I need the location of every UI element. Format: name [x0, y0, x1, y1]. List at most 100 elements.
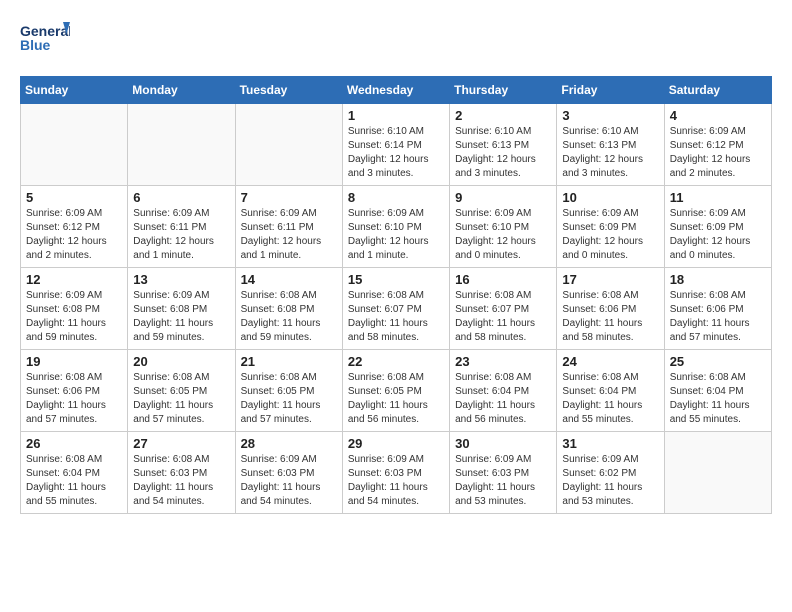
logo: General Blue [20, 20, 70, 60]
day-number: 6 [133, 190, 229, 205]
day-number: 18 [670, 272, 766, 287]
day-info: Sunrise: 6:10 AM Sunset: 6:13 PM Dayligh… [455, 125, 551, 181]
day-number: 29 [348, 436, 444, 451]
day-number: 23 [455, 354, 551, 369]
calendar-cell: 11Sunrise: 6:09 AM Sunset: 6:09 PM Dayli… [664, 186, 771, 268]
day-number: 4 [670, 108, 766, 123]
day-info: Sunrise: 6:09 AM Sunset: 6:12 PM Dayligh… [26, 207, 122, 263]
calendar-cell: 27 Sunrise: 6:08 AM Sunset: 6:03 PM Dayli… [128, 432, 235, 514]
day-number: 26 [26, 436, 122, 451]
day-info: Sunrise: 6:09 AM Sunset: 6:03 PM Dayligh… [348, 453, 444, 509]
day-info: Sunrise: 6:09 AM Sunset: 6:08 PM Dayligh… [26, 289, 122, 345]
day-info: Sunrise: 6:09 AM Sunset: 6:10 PM Dayligh… [348, 207, 444, 263]
day-number: 11 [670, 190, 766, 205]
calendar-cell: 20 Sunrise: 6:08 AM Sunset: 6:05 PM Dayli… [128, 350, 235, 432]
day-info: Sunrise: 6:09 AM Sunset: 6:12 PM Dayligh… [670, 125, 766, 181]
calendar-cell: 14 Sunrise: 6:08 AM Sunset: 6:08 PM Dayli… [235, 268, 342, 350]
day-number: 20 [133, 354, 229, 369]
calendar-cell: 1 Sunrise: 6:10 AM Sunset: 6:14 PM Daylig… [342, 104, 449, 186]
calendar-cell [664, 432, 771, 514]
day-number: 2 [455, 108, 551, 123]
weekday-header-tuesday: Tuesday [235, 77, 342, 104]
day-info: Sunrise: 6:08 AM Sunset: 6:05 PM Dayligh… [348, 371, 444, 427]
week-row-3: 12 Sunrise: 6:09 AM Sunset: 6:08 PM Dayli… [21, 268, 772, 350]
calendar-cell: 19 Sunrise: 6:08 AM Sunset: 6:06 PM Dayli… [21, 350, 128, 432]
day-info: Sunrise: 6:08 AM Sunset: 6:08 PM Dayligh… [241, 289, 337, 345]
calendar-cell: 21 Sunrise: 6:08 AM Sunset: 6:05 PM Dayli… [235, 350, 342, 432]
day-number: 17 [562, 272, 658, 287]
day-number: 1 [348, 108, 444, 123]
day-number: 19 [26, 354, 122, 369]
day-info: Sunrise: 6:08 AM Sunset: 6:06 PM Dayligh… [670, 289, 766, 345]
calendar-cell: 3Sunrise: 6:10 AM Sunset: 6:13 PM Daylig… [557, 104, 664, 186]
day-info: Sunrise: 6:08 AM Sunset: 6:05 PM Dayligh… [133, 371, 229, 427]
weekday-header-sunday: Sunday [21, 77, 128, 104]
calendar-cell: 26 Sunrise: 6:08 AM Sunset: 6:04 PM Dayli… [21, 432, 128, 514]
day-info: Sunrise: 6:08 AM Sunset: 6:03 PM Dayligh… [133, 453, 229, 509]
calendar-cell: 28 Sunrise: 6:09 AM Sunset: 6:03 PM Dayli… [235, 432, 342, 514]
weekday-header-thursday: Thursday [450, 77, 557, 104]
day-info: Sunrise: 6:09 AM Sunset: 6:11 PM Dayligh… [241, 207, 337, 263]
week-row-4: 19 Sunrise: 6:08 AM Sunset: 6:06 PM Dayli… [21, 350, 772, 432]
weekday-header-saturday: Saturday [664, 77, 771, 104]
day-number: 24 [562, 354, 658, 369]
calendar-cell: 10Sunrise: 6:09 AM Sunset: 6:09 PM Dayli… [557, 186, 664, 268]
calendar-cell [235, 104, 342, 186]
day-number: 21 [241, 354, 337, 369]
day-info: Sunrise: 6:09 AM Sunset: 6:11 PM Dayligh… [133, 207, 229, 263]
day-info: Sunrise: 6:08 AM Sunset: 6:04 PM Dayligh… [455, 371, 551, 427]
day-info: Sunrise: 6:09 AM Sunset: 6:10 PM Dayligh… [455, 207, 551, 263]
day-info: Sunrise: 6:08 AM Sunset: 6:04 PM Dayligh… [562, 371, 658, 427]
svg-text:Blue: Blue [20, 37, 51, 53]
day-number: 30 [455, 436, 551, 451]
day-info: Sunrise: 6:09 AM Sunset: 6:03 PM Dayligh… [241, 453, 337, 509]
calendar-cell: 23 Sunrise: 6:08 AM Sunset: 6:04 PM Dayli… [450, 350, 557, 432]
calendar-cell: 13Sunrise: 6:09 AM Sunset: 6:08 PM Dayli… [128, 268, 235, 350]
day-info: Sunrise: 6:10 AM Sunset: 6:14 PM Dayligh… [348, 125, 444, 181]
day-number: 12 [26, 272, 122, 287]
day-number: 28 [241, 436, 337, 451]
day-number: 8 [348, 190, 444, 205]
day-number: 14 [241, 272, 337, 287]
calendar-cell: 2 Sunrise: 6:10 AM Sunset: 6:13 PM Daylig… [450, 104, 557, 186]
calendar-cell: 5 Sunrise: 6:09 AM Sunset: 6:12 PM Daylig… [21, 186, 128, 268]
day-number: 7 [241, 190, 337, 205]
calendar-table: SundayMondayTuesdayWednesdayThursdayFrid… [20, 76, 772, 514]
calendar-cell: 29 Sunrise: 6:09 AM Sunset: 6:03 PM Dayli… [342, 432, 449, 514]
calendar-cell: 22 Sunrise: 6:08 AM Sunset: 6:05 PM Dayli… [342, 350, 449, 432]
weekday-header-monday: Monday [128, 77, 235, 104]
calendar-cell: 25Sunrise: 6:08 AM Sunset: 6:04 PM Dayli… [664, 350, 771, 432]
calendar-cell: 4 Sunrise: 6:09 AM Sunset: 6:12 PM Daylig… [664, 104, 771, 186]
weekday-header-wednesday: Wednesday [342, 77, 449, 104]
calendar-cell: 31 Sunrise: 6:09 AM Sunset: 6:02 PM Dayli… [557, 432, 664, 514]
calendar-cell [128, 104, 235, 186]
day-number: 16 [455, 272, 551, 287]
day-number: 5 [26, 190, 122, 205]
day-info: Sunrise: 6:08 AM Sunset: 6:04 PM Dayligh… [26, 453, 122, 509]
page-header: General Blue [20, 20, 772, 60]
calendar-cell [21, 104, 128, 186]
day-info: Sunrise: 6:09 AM Sunset: 6:03 PM Dayligh… [455, 453, 551, 509]
week-row-5: 26 Sunrise: 6:08 AM Sunset: 6:04 PM Dayli… [21, 432, 772, 514]
week-row-1: 1 Sunrise: 6:10 AM Sunset: 6:14 PM Daylig… [21, 104, 772, 186]
calendar-cell: 30 Sunrise: 6:09 AM Sunset: 6:03 PM Dayli… [450, 432, 557, 514]
day-number: 31 [562, 436, 658, 451]
weekday-header-friday: Friday [557, 77, 664, 104]
calendar-cell: 6 Sunrise: 6:09 AM Sunset: 6:11 PM Daylig… [128, 186, 235, 268]
calendar-cell: 16Sunrise: 6:08 AM Sunset: 6:07 PM Dayli… [450, 268, 557, 350]
day-info: Sunrise: 6:08 AM Sunset: 6:07 PM Dayligh… [348, 289, 444, 345]
calendar-cell: 7 Sunrise: 6:09 AM Sunset: 6:11 PM Daylig… [235, 186, 342, 268]
logo-icon: General Blue [20, 20, 70, 60]
day-number: 3 [562, 108, 658, 123]
calendar-cell: 8 Sunrise: 6:09 AM Sunset: 6:10 PM Daylig… [342, 186, 449, 268]
calendar-cell: 12 Sunrise: 6:09 AM Sunset: 6:08 PM Dayli… [21, 268, 128, 350]
day-number: 27 [133, 436, 229, 451]
day-info: Sunrise: 6:09 AM Sunset: 6:09 PM Dayligh… [562, 207, 658, 263]
day-info: Sunrise: 6:08 AM Sunset: 6:05 PM Dayligh… [241, 371, 337, 427]
day-info: Sunrise: 6:09 AM Sunset: 6:02 PM Dayligh… [562, 453, 658, 509]
day-info: Sunrise: 6:08 AM Sunset: 6:06 PM Dayligh… [26, 371, 122, 427]
calendar-cell: 24 Sunrise: 6:08 AM Sunset: 6:04 PM Dayli… [557, 350, 664, 432]
day-number: 22 [348, 354, 444, 369]
day-info: Sunrise: 6:09 AM Sunset: 6:08 PM Dayligh… [133, 289, 229, 345]
day-number: 15 [348, 272, 444, 287]
